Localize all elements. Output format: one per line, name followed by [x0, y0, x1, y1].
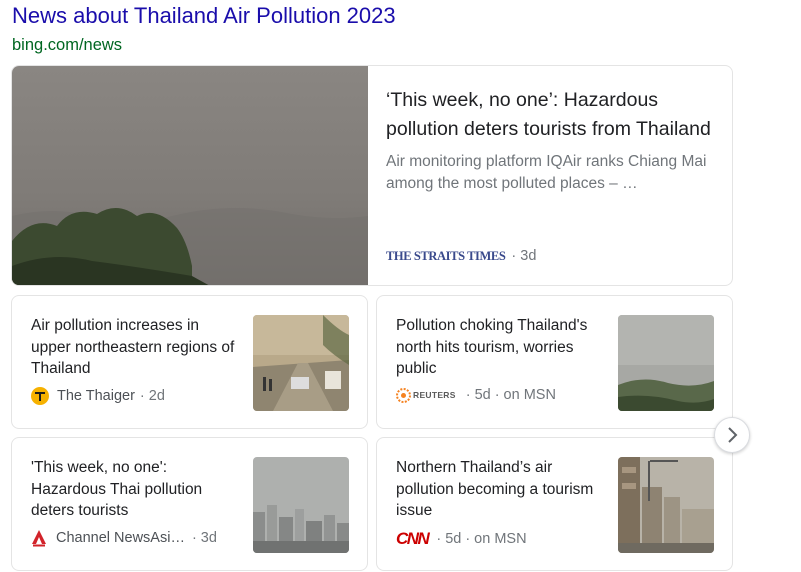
news-card-meta: REUTERS · 5d · on MSN [396, 387, 556, 403]
news-card-headline[interactable]: Northern Thailand’s air pollution becomi… [396, 457, 606, 522]
reuters-logo-icon: REUTERS [396, 387, 456, 403]
news-card-thumbnail[interactable] [618, 457, 714, 553]
cna-logo-icon [32, 530, 46, 547]
hero-headline[interactable]: ‘This week, no one’: Hazardous pollution… [386, 86, 716, 143]
separator-dot: · [191, 530, 197, 546]
news-card-thumbnail[interactable] [253, 315, 349, 411]
hero-snippet: Air monitoring platform IQAir ranks Chia… [386, 153, 707, 192]
hero-age: 3d [520, 248, 537, 264]
chevron-right-icon [728, 427, 738, 443]
separator-dot: · [511, 248, 517, 264]
news-card-age: 3d [200, 530, 217, 546]
news-card-meta: The Thaiger · 2d [31, 387, 165, 405]
separator-dot: · [139, 388, 145, 404]
carousel-next-button[interactable] [714, 417, 750, 453]
separator-dot: · [465, 387, 471, 403]
news-card[interactable]: Pollution choking Thailand's north hits … [376, 295, 733, 429]
news-section-title[interactable]: News about Thailand Air Pollution 2023 [12, 3, 396, 29]
thaiger-logo-icon [31, 387, 49, 405]
news-card[interactable]: Northern Thailand’s air pollution becomi… [376, 437, 733, 571]
news-card[interactable]: Air pollution increases in upper northea… [11, 295, 368, 429]
news-card-thumbnail[interactable] [253, 457, 349, 553]
news-card-via: on MSN [474, 531, 527, 547]
cnn-logo-icon: CNN [396, 529, 430, 548]
hero-thumbnail-image[interactable] [12, 66, 368, 285]
hero-news-card[interactable]: ‘This week, no one’: Hazardous pollution… [11, 65, 733, 286]
news-section-source[interactable]: bing.com/news [12, 35, 122, 55]
separator-dot: · [494, 387, 500, 403]
news-card-age: 5d [445, 531, 462, 547]
news-card-meta: CNN · 5d · on MSN [396, 529, 527, 549]
news-card-headline[interactable]: 'This week, no one': Hazardous Thai poll… [31, 457, 241, 522]
separator-dot: · [436, 531, 442, 547]
straits-times-logo-icon: THE STRAITS TIMES [386, 248, 506, 263]
news-card-age: 2d [148, 388, 165, 404]
news-card[interactable]: 'This week, no one': Hazardous Thai poll… [11, 437, 368, 571]
news-card-source: The Thaiger [57, 388, 135, 404]
news-card-via: on MSN [503, 387, 556, 403]
separator-dot: · [465, 531, 471, 547]
hero-meta: THE STRAITS TIMES · 3d [386, 248, 536, 264]
news-card-source: Channel NewsAsi… [56, 530, 185, 546]
news-card-meta: Channel NewsAsi… · 3d [31, 529, 217, 547]
news-card-headline[interactable]: Air pollution increases in upper northea… [31, 315, 241, 380]
news-card-age: 5d [474, 387, 491, 403]
news-card-thumbnail[interactable] [618, 315, 714, 411]
news-card-headline[interactable]: Pollution choking Thailand's north hits … [396, 315, 606, 380]
